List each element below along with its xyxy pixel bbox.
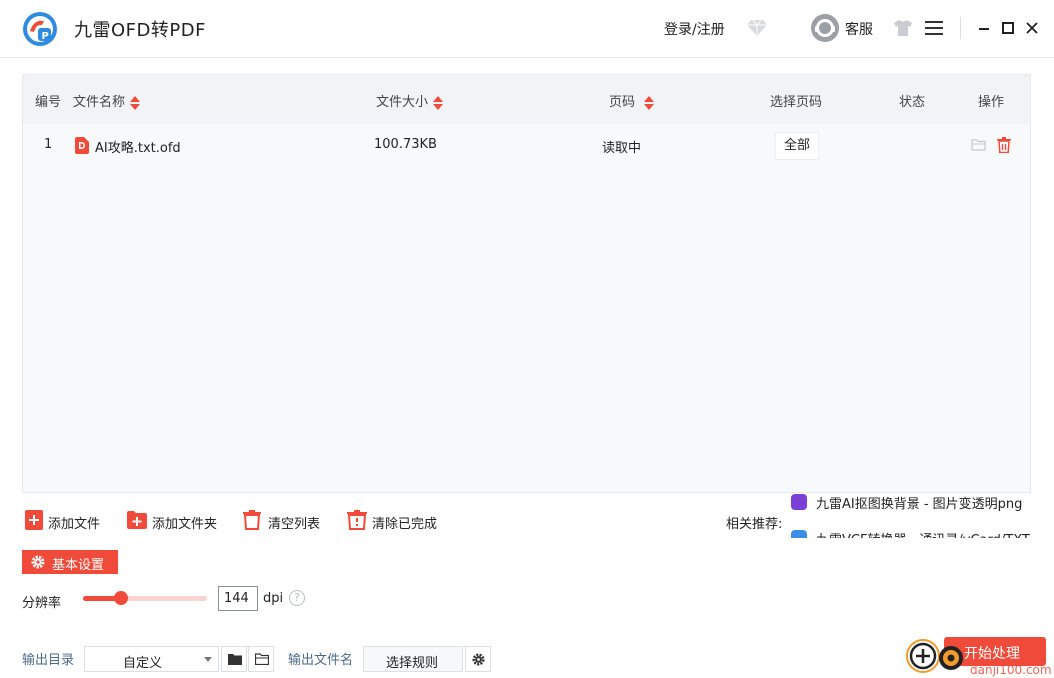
maximize-icon[interactable]: [997, 17, 1019, 39]
row-pages: 读取中: [602, 141, 642, 156]
add-folder-icon: [127, 511, 147, 529]
title-bar: P 九雷OFD转PDF 登录/注册 客服: [0, 0, 1054, 57]
output-dir-select[interactable]: 自定义: [84, 646, 219, 672]
clear-completed-label: 清除已完成: [372, 517, 438, 532]
app-title: 九雷OFD转PDF: [74, 20, 206, 41]
recommend-item[interactable]: 九雷VCF转换器 - 通讯录/vCard/TXT: [788, 527, 1033, 538]
col-size[interactable]: 文件大小: [376, 91, 444, 111]
clear-completed-button[interactable]: 清除已完成: [347, 510, 439, 532]
dpi-unit-label: dpi: [263, 591, 284, 606]
login-register-link[interactable]: 登录/注册: [664, 19, 725, 39]
add-folder-button[interactable]: 添加文件夹: [127, 510, 219, 532]
start-process-label: 开始处理: [964, 646, 1020, 662]
table-row[interactable]: 1 AI攻略.txt.ofd 100.73KB 读取中 全部: [23, 124, 1030, 168]
svg-text:P: P: [42, 31, 49, 42]
delete-icon[interactable]: [997, 137, 1011, 153]
help-icon[interactable]: ?: [289, 590, 305, 606]
open-output-folder-button[interactable]: [248, 646, 274, 672]
select-rule-label: 选择规则: [386, 656, 439, 671]
recommend-label: 相关推荐:: [726, 517, 783, 532]
support-avatar-icon[interactable]: [811, 14, 839, 42]
folder-icon: [228, 654, 242, 665]
gear-icon: [31, 555, 45, 569]
col-size-label: 文件大小: [376, 95, 429, 110]
add-file-icon: [25, 510, 43, 530]
clear-list-label: 清空列表: [268, 517, 321, 532]
page-range-select[interactable]: 全部: [775, 132, 819, 160]
output-dir-label: 输出目录: [22, 653, 75, 668]
resolution-slider-handle[interactable]: [114, 591, 129, 605]
theme-shirt-icon[interactable]: [893, 19, 913, 37]
dpi-input[interactable]: [218, 586, 258, 611]
add-file-label: 添加文件: [48, 517, 101, 532]
gear-icon: [472, 653, 485, 666]
basic-settings-tab[interactable]: 基本设置: [22, 550, 118, 574]
recommend-item[interactable]: 九雷AI抠图换背景 - 图片变透明png: [788, 494, 1033, 513]
sort-icon[interactable]: [432, 95, 444, 111]
recommend-list: 九雷AI抠图换背景 - 图片变透明png 九雷VCF转换器 - 通讯录/vCar…: [788, 494, 1033, 538]
watermark-logo-icon: [906, 639, 963, 673]
rule-settings-button[interactable]: [465, 646, 491, 672]
row-index: 1: [44, 137, 53, 152]
select-rule-button[interactable]: 选择规则: [363, 646, 463, 672]
output-filename-label: 输出文件名: [288, 653, 354, 668]
row-file-name: AI攻略.txt.ofd: [95, 141, 181, 156]
titlebar-bottom-border: [0, 57, 1054, 58]
recommend-item-text: 九雷AI抠图换背景 - 图片变透明png: [816, 497, 1023, 512]
resolution-label: 分辨率: [22, 596, 62, 611]
table-header: 编号 文件名称 文件大小 页码 选择页码 状态 操作: [23, 75, 1030, 124]
add-file-button[interactable]: 添加文件: [25, 510, 105, 532]
menu-icon[interactable]: [925, 20, 943, 36]
file-table: 编号 文件名称 文件大小 页码 选择页码 状态 操作 1 AI攻略.txt.of…: [22, 74, 1031, 493]
recommend-app-icon: [791, 530, 807, 538]
recommend-app-icon: [791, 494, 807, 510]
col-select-pages: 选择页码: [770, 95, 823, 110]
row-file-size: 100.73KB: [374, 137, 437, 152]
basic-settings-label: 基本设置: [52, 558, 105, 573]
clear-list-button[interactable]: 清空列表: [243, 510, 323, 532]
col-actions: 操作: [978, 95, 1005, 110]
col-pages-label: 页码: [609, 95, 636, 110]
open-folder-icon[interactable]: [971, 138, 987, 152]
app-logo-icon: P: [23, 12, 57, 46]
vip-diamond-icon[interactable]: [746, 18, 768, 38]
resolution-slider[interactable]: [83, 596, 207, 601]
sort-icon[interactable]: [643, 95, 655, 111]
chevron-down-icon: [204, 657, 212, 662]
col-index: 编号: [35, 95, 62, 110]
minimize-icon[interactable]: [973, 17, 995, 39]
col-name[interactable]: 文件名称: [73, 91, 141, 111]
output-dir-value: 自定义: [123, 656, 163, 671]
col-name-label: 文件名称: [73, 95, 126, 110]
clear-done-icon: [347, 510, 367, 530]
col-status: 状态: [899, 95, 926, 110]
add-folder-label: 添加文件夹: [152, 517, 218, 532]
support-label[interactable]: 客服: [845, 19, 873, 39]
titlebar-divider: [960, 17, 961, 39]
browse-folder-button[interactable]: [221, 646, 247, 672]
open-folder-icon: [255, 653, 269, 665]
col-pages[interactable]: 页码: [609, 91, 655, 111]
ofd-file-icon: [75, 137, 89, 154]
close-icon[interactable]: [1021, 17, 1043, 39]
trash-icon: [243, 510, 261, 530]
watermark-text: danji100.com: [970, 663, 1052, 677]
sort-icon[interactable]: [129, 95, 141, 111]
recommend-item-text: 九雷VCF转换器 - 通讯录/vCard/TXT: [816, 529, 1030, 538]
